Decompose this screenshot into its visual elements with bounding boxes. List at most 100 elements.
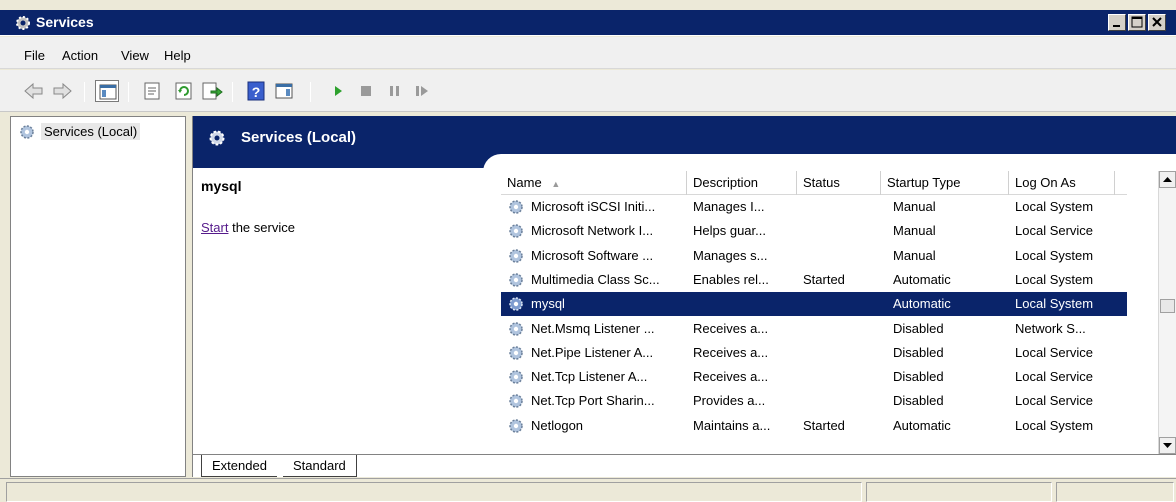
show-hide-tree-icon [99,84,117,100]
minimize-button[interactable] [1108,14,1126,31]
column-header-description[interactable]: Description [687,171,797,195]
view-tabs: Extended Standard [193,454,1176,477]
tab-extended-label: Extended [212,458,267,473]
resume-service-button[interactable] [410,80,434,102]
cell-startup: Disabled [893,369,944,385]
service-action-suffix: the service [228,220,295,235]
service-gear-icon [509,370,523,384]
pause-service-button[interactable] [382,80,406,102]
cell-logon: Local Service [1015,369,1094,385]
scroll-down-button[interactable] [1159,437,1176,454]
properties-button[interactable] [140,80,164,102]
table-row[interactable]: Microsoft iSCSI Initi... Manages I... Manu… [501,195,1127,219]
menu-bar: File Action View Help [0,37,1176,69]
menu-action[interactable]: Action [62,48,98,63]
cell-startup: Automatic [893,296,951,312]
table-row[interactable]: Net.Pipe Listener A... Receives a... Disab… [501,341,1127,365]
cell-startup: Disabled [893,344,944,360]
cell-name: Net.Tcp Listener A... [531,369,648,385]
cell-description: Manages I... [693,199,765,214]
cell-startup: Manual [893,199,936,214]
scroll-down-icon [1163,443,1172,448]
services-gear-icon [209,130,225,146]
status-bar [0,478,1176,502]
back-button[interactable] [22,80,46,102]
table-row[interactable]: Net.Tcp Port Sharin... Provides a... Disab… [501,389,1127,413]
cell-logon: Local Service [1015,223,1094,239]
scroll-thumb[interactable] [1160,299,1175,313]
maximize-icon [1131,16,1143,28]
service-gear-icon [509,200,523,214]
sort-ascending-icon: ▲ [551,179,561,189]
resume-service-icon [416,86,428,96]
forward-button[interactable] [50,80,74,102]
services-list: Name ▲ Description Status Startup Type L… [501,171,1176,454]
service-gear-icon [509,297,523,311]
services-gear-icon [16,16,30,30]
table-row[interactable]: Net.Tcp Listener A... Receives a... Disabl… [501,365,1127,389]
status-panel-tertiary [1056,482,1174,502]
start-service-button[interactable] [326,80,350,102]
table-row[interactable]: Microsoft Software ... Manages s... Manual… [501,244,1127,268]
service-gear-icon [509,248,523,263]
column-header-startup-type[interactable]: Startup Type [881,171,1009,195]
cell-startup: Disabled [893,393,944,409]
refresh-button[interactable] [172,80,196,102]
table-row[interactable]: Microsoft Network I... Helps guar... Manua… [501,219,1127,243]
table-row[interactable]: Netlogon Maintains a... Started Automatic Lo… [501,414,1127,438]
service-gear-icon [509,224,523,239]
forward-arrow-icon [53,82,72,100]
cell-status: Started [803,271,845,287]
menu-file[interactable]: File [24,48,45,63]
cell-name: Microsoft Network I... [531,223,654,239]
table-row-selected[interactable]: mysql Automatic Local System [501,292,1127,317]
cell-name: Net.Msmq Listener ... [531,320,655,336]
action-pane-button[interactable] [272,80,296,102]
table-row[interactable]: Net.Msmq Listener ... Receives a... Disabl… [501,317,1127,341]
tab-standard[interactable]: Standard [283,455,357,477]
column-header-log-on-as[interactable]: Log On As [1009,171,1115,195]
cell-startup: Automatic [893,417,951,433]
vertical-scrollbar[interactable] [1158,171,1176,454]
cell-name: mysql [531,296,565,312]
cell-description: Provides a... [693,393,766,409]
cell-description: Enables rel... [693,271,769,287]
column-header-name[interactable]: Name ▲ [501,171,687,195]
cell-logon: Local Service [1015,344,1094,360]
cell-logon: Local System [1015,417,1094,433]
cell-startup: Manual [893,223,936,239]
column-description-label: Description [693,175,759,190]
menu-help[interactable]: Help [164,48,191,63]
cell-name: Microsoft Software ... [531,247,654,263]
tree-item-services-local[interactable]: Services (Local) [19,123,141,140]
scroll-up-button[interactable] [1159,171,1176,188]
close-button[interactable] [1148,14,1166,31]
cell-startup: Manual [893,247,936,263]
console-tree: Services (Local) [10,116,186,477]
cell-description: Receives a... [693,320,769,336]
start-service-link[interactable]: Start [201,220,228,235]
cell-logon: Network S... [1015,320,1086,336]
stop-service-button[interactable] [354,80,378,102]
export-list-button[interactable] [200,80,224,102]
cell-status: Started [803,417,845,433]
table-row[interactable]: Multimedia Class Sc... Enables rel... Star… [501,268,1127,292]
tab-extended[interactable]: Extended [201,455,277,477]
help-button[interactable]: ? [244,80,268,102]
stop-service-icon [361,86,371,96]
menu-view[interactable]: View [121,48,149,63]
show-hide-tree-button[interactable] [95,80,119,102]
properties-icon [144,82,160,100]
column-header-status[interactable]: Status [797,171,881,195]
help-icon: ? [247,81,265,101]
refresh-icon [175,82,192,100]
column-name-label: Name [507,175,542,190]
cell-logon: Local System [1015,296,1094,312]
title-bar: Services [0,10,1176,36]
maximize-button[interactable] [1128,14,1146,31]
window-title: Services [36,14,94,30]
service-gear-icon [509,418,523,433]
column-startup-label: Startup Type [887,175,961,190]
cell-startup: Disabled [893,320,944,336]
cell-logon: Local System [1015,199,1094,214]
